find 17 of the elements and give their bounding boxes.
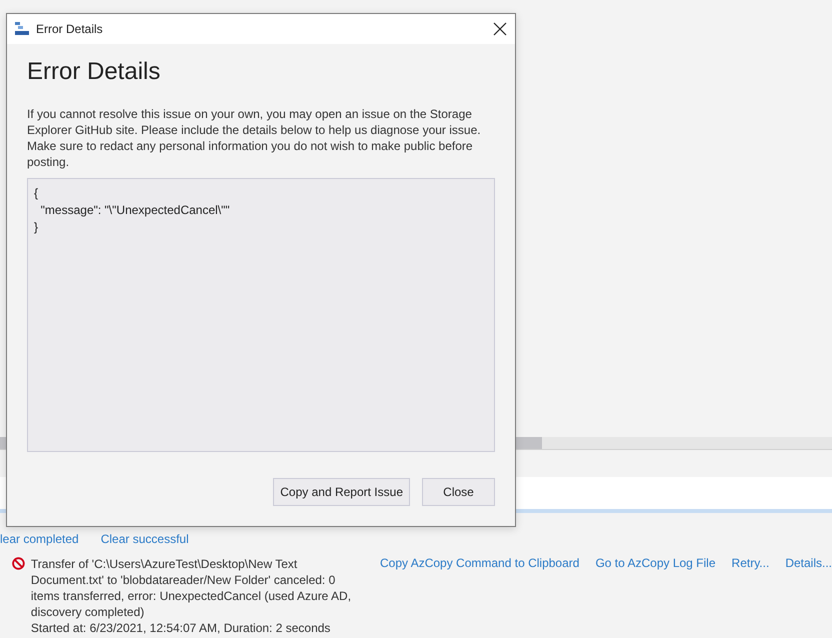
app-icon [15, 22, 29, 36]
clear-link[interactable]: lear completed [0, 532, 79, 546]
transfer-message: Transfer of 'C:\Users\AzureTest\Desktop\New Text Document.txt' to 'blobdatareader/New Folder' canceled: 0 items transferred, error: UnexpectedCancel (used Azure AD, discovery completed) [30, 556, 352, 620]
details-box[interactable]: { "message": "\"UnexpectedCancel\"" } [27, 178, 495, 452]
action-link[interactable]: Details... [785, 556, 832, 636]
transfer-time: Started at: 6/23/2021, 12:54:07 AM, Duration: 2 seconds [30, 620, 332, 636]
action-link[interactable]: Go to AzCopy Log File [595, 556, 716, 636]
close-button[interactable]: Close [422, 478, 495, 506]
action-link[interactable]: Retry... [732, 556, 770, 636]
window-title: Error Details [36, 22, 104, 36]
close-icon[interactable] [493, 22, 507, 36]
action-link[interactable]: Copy AzCopy Command to Clipboard [380, 556, 580, 636]
dialog-heading: Error Details [27, 58, 162, 86]
error-icon [12, 557, 25, 570]
dialog-description: If you cannot resolve this issue on your own, you may open an issue on the Storage Explorer GitHub site. Please include the details below to help us diagnose your issue. Make sure to redact any personal information you do not wish to make public before posting. [27, 106, 482, 170]
report-button[interactable]: Copy and Report Issue [273, 478, 410, 506]
clear-link[interactable]: Clear successful [100, 532, 189, 546]
